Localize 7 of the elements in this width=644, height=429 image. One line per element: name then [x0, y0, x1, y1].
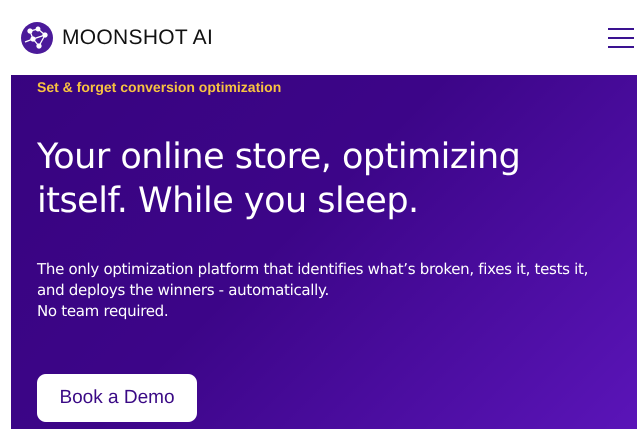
tagline: Set & forget conversion optimization: [37, 79, 282, 97]
brand-name[interactable]: MOONSHOT AI: [62, 26, 214, 50]
book-demo-button[interactable]: Book a Demo: [37, 374, 197, 422]
headline: Your online store, optimizing itself. While you sleep.: [37, 136, 522, 223]
logo-icon: [21, 22, 53, 54]
description: The only optimization platform that identifies what’s broken, fixes it, tests it, and deploys the winners - automatically. No team required.: [37, 259, 590, 322]
menu-icon[interactable]: [608, 28, 634, 48]
